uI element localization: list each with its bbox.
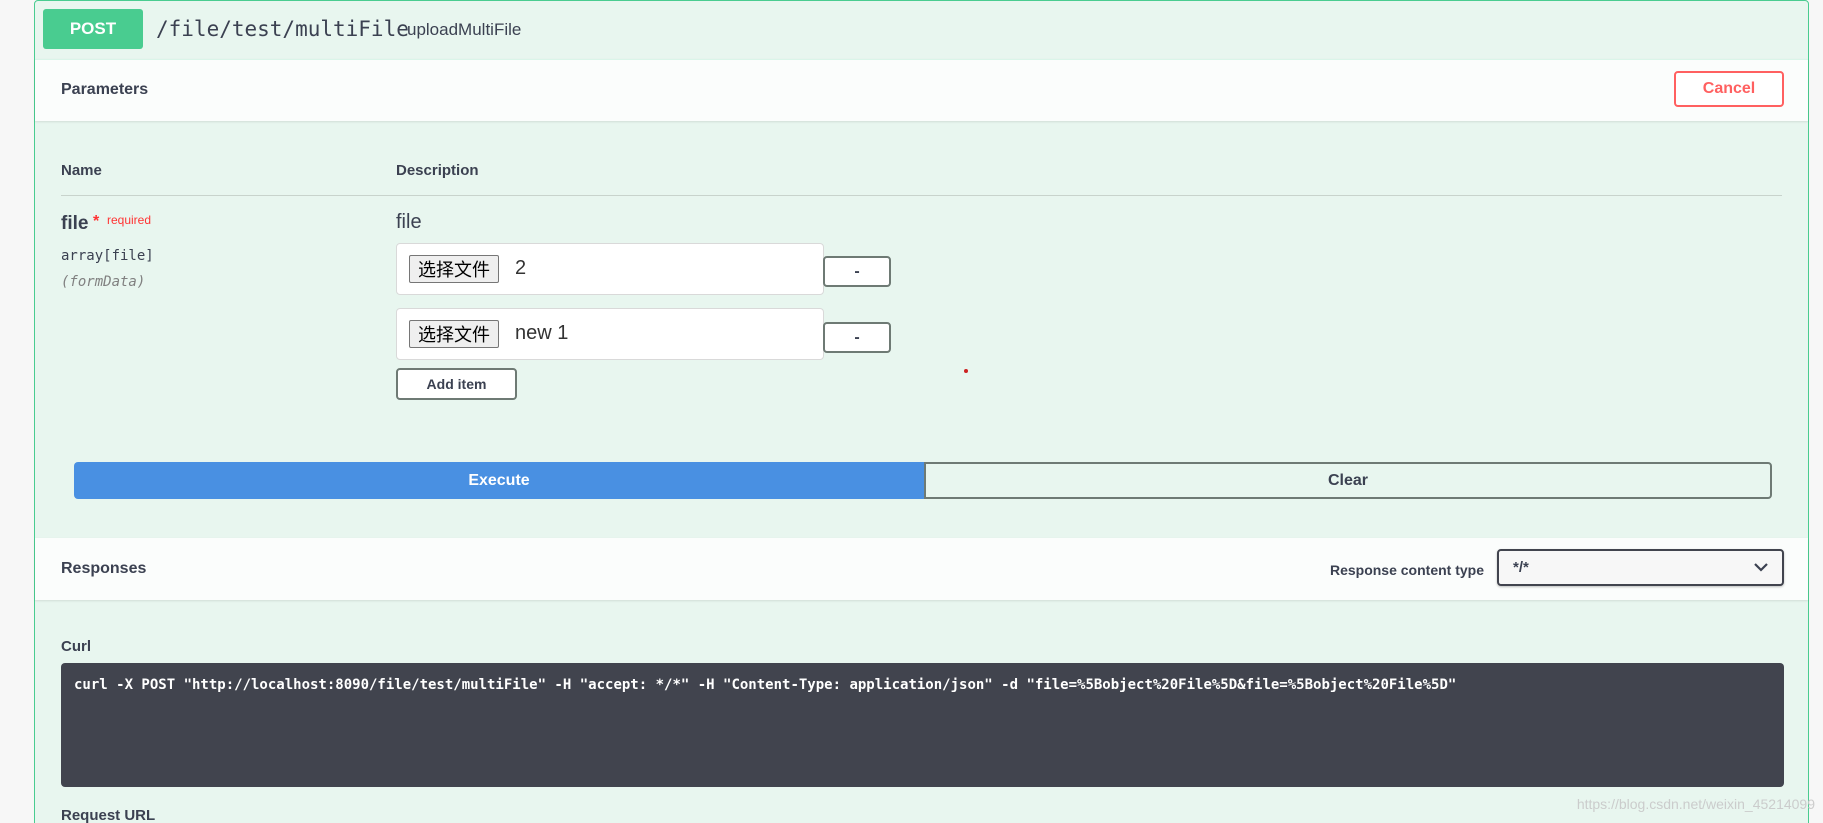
response-content-type-value: */* xyxy=(1513,559,1529,576)
responses-header: Responses Response content type */* xyxy=(35,538,1808,600)
param-description: file xyxy=(396,211,422,233)
swagger-page: POST /file/test/multiFile uploadMultiFil… xyxy=(0,0,1823,823)
curl-label: Curl xyxy=(61,638,91,655)
param-type: array[file] xyxy=(61,248,154,264)
operation-id: uploadMultiFile xyxy=(407,20,522,39)
cancel-button[interactable]: Cancel xyxy=(1674,71,1784,107)
responses-title: Responses xyxy=(61,560,147,577)
param-name: file xyxy=(61,213,89,234)
method-badge: POST xyxy=(43,9,143,49)
choose-file-button[interactable]: 选择文件 xyxy=(409,255,499,283)
request-url-label: Request URL xyxy=(61,807,156,823)
curl-command-box[interactable]: curl -X POST "http://localhost:8090/file… xyxy=(61,663,1784,787)
choose-file-button[interactable]: 选择文件 xyxy=(409,320,499,348)
response-content-type-select[interactable]: */* xyxy=(1497,549,1784,586)
file-input-row: 选择文件 2 xyxy=(396,243,824,295)
selected-file-name: new 1 xyxy=(515,322,569,344)
chevron-down-icon xyxy=(1754,563,1768,572)
execute-button[interactable]: Execute xyxy=(74,462,924,499)
column-header-description: Description xyxy=(396,162,479,179)
required-star: * xyxy=(93,213,100,230)
parameters-title: Parameters xyxy=(61,81,149,98)
cursor-dot xyxy=(964,369,968,373)
operation-path: /file/test/multiFile xyxy=(156,17,409,41)
watermark: https://blog.csdn.net/weixin_45214099 xyxy=(1576,796,1815,812)
clear-button[interactable]: Clear xyxy=(924,462,1772,499)
remove-item-button[interactable]: - xyxy=(823,256,891,287)
file-input-row: 选择文件 new 1 xyxy=(396,308,824,360)
curl-command: curl -X POST "http://localhost:8090/file… xyxy=(74,677,1457,693)
remove-item-button[interactable]: - xyxy=(823,322,891,353)
required-label: required xyxy=(107,213,152,227)
response-content-type-label: Response content type xyxy=(1329,562,1484,578)
selected-file-name: 2 xyxy=(515,257,527,279)
column-divider xyxy=(61,195,1782,196)
operation-summary[interactable]: POST /file/test/multiFile uploadMultiFil… xyxy=(35,1,1808,60)
parameters-header: Parameters Cancel xyxy=(35,59,1808,121)
column-header-name: Name xyxy=(61,162,102,179)
add-item-button[interactable]: Add item xyxy=(396,368,517,400)
operation-block-post: POST /file/test/multiFile uploadMultiFil… xyxy=(34,0,1809,823)
param-location: (formData) xyxy=(61,274,146,290)
